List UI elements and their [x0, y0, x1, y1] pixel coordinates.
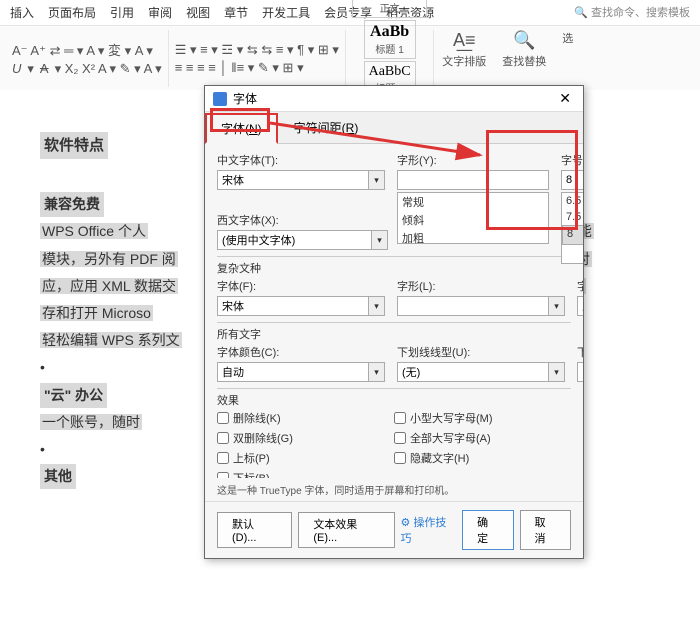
cancel-button[interactable]: 取消	[520, 510, 571, 550]
tab-font[interactable]: 字体(N)	[205, 113, 278, 144]
para-icons-2[interactable]: ≡ ≡ ≡ ≡ │ ‖≡ ▾ ✎ ▾ ⊞ ▾	[175, 60, 339, 76]
underline-select[interactable]	[397, 362, 549, 382]
size-label: 字号(S):	[561, 152, 583, 168]
tab-layout[interactable]: 页面布局	[48, 4, 96, 21]
cn-font-label: 中文字体(T):	[217, 152, 385, 168]
app-icon	[213, 92, 227, 106]
chevron-down-icon[interactable]: ▾	[372, 230, 388, 250]
chk-hidden[interactable]: 隐藏文字(H)	[394, 450, 571, 466]
tab-chapter[interactable]: 章节	[224, 4, 248, 21]
size-input[interactable]	[561, 170, 583, 190]
toolbar: A⁻ A⁺ ⇄ ═ ▾ A ▾ 変 ▾ A ▾ U ▾ A ▾ X₂ X² A …	[0, 26, 700, 92]
para-icons-1[interactable]: ☰ ▾ ≡ ▾ ☲ ▾ ⇆ ⇆ ≡ ▾ ¶ ▾ ⊞ ▾	[175, 42, 339, 58]
doc-subhead-3: 其他	[40, 464, 76, 489]
size-list[interactable]: 6.5 7.5 8 ▴▾	[561, 192, 583, 264]
chk-super[interactable]: 上标(P)	[217, 450, 394, 466]
west-font-select[interactable]	[217, 230, 372, 250]
font-icons[interactable]: A⁻ A⁺ ⇄ ═ ▾ A ▾ 変 ▾ A ▾	[12, 40, 162, 59]
style-gallery[interactable]: AaBbCcDd正文 AaBb标题 1 AaBbC标题 2 AaBbCcI标题 …	[346, 30, 434, 87]
doc-subhead-2: "云" 办公	[40, 383, 107, 408]
style-label: 字形(Y):	[397, 152, 549, 168]
all-text-label: 所有文字	[217, 322, 571, 342]
west-font-label: 西文字体(X):	[217, 212, 388, 228]
doc-heading-1: 软件特点	[40, 132, 108, 159]
findrep-button[interactable]: 🔍查找替换	[494, 30, 554, 87]
tab-insert[interactable]: 插入	[10, 4, 34, 21]
effects-label: 效果	[217, 388, 571, 408]
style-input[interactable]	[397, 170, 549, 190]
tab-devtools[interactable]: 开发工具	[262, 4, 310, 21]
chk-dstrike[interactable]: 双删除线(G)	[217, 430, 394, 446]
select-button[interactable]: 选	[554, 30, 581, 87]
chk-strike[interactable]: 删除线(K)	[217, 410, 394, 426]
tab-view[interactable]: 视图	[186, 4, 210, 21]
complex-style-select[interactable]	[397, 296, 549, 316]
default-button[interactable]: 默认(D)...	[217, 512, 292, 548]
font-color-select[interactable]	[217, 362, 369, 382]
ribbon-tabs: 插入 页面布局 引用 审阅 视图 章节 开发工具 会员专享 稻壳资源 查找命令、…	[0, 0, 700, 26]
tab-spacing[interactable]: 字符间距(R)	[278, 112, 375, 143]
footer-note: 这是一种 TrueType 字体，同时适用于屏幕和打印机。	[205, 478, 583, 501]
chevron-down-icon[interactable]: ▾	[369, 170, 385, 190]
tab-ref[interactable]: 引用	[110, 4, 134, 21]
doc-subhead-1: 兼容免费	[40, 192, 104, 217]
underline-color-select[interactable]	[577, 362, 583, 382]
chk-allcaps[interactable]: 全部大写字母(A)	[394, 430, 571, 446]
close-icon[interactable]: ✕	[555, 90, 575, 107]
chk-smallcaps[interactable]: 小型大写字母(M)	[394, 410, 571, 426]
tab-review[interactable]: 审阅	[148, 4, 172, 21]
tips-link[interactable]: 操作技巧	[401, 514, 457, 546]
format-icons[interactable]: U ▾ A ▾ X₂ X² A ▾ ✎ ▾ A ▾	[12, 61, 162, 77]
ok-button[interactable]: 确定	[462, 510, 513, 550]
complex-font-select[interactable]	[217, 296, 369, 316]
search-hint[interactable]: 查找命令、搜索模板	[574, 4, 690, 21]
typeset-button[interactable]: A͟≡文字排版	[434, 30, 494, 87]
font-dialog: 字体 ✕ 字体(N) 字符间距(R) 中文字体(T): ▾ 字形(Y): 常规 …	[204, 85, 584, 559]
dialog-title: 字体	[233, 90, 555, 107]
cn-font-select[interactable]	[217, 170, 369, 190]
texteffect-button[interactable]: 文本效果(E)...	[298, 512, 394, 548]
chk-sub[interactable]: 下标(B)	[217, 470, 394, 478]
complex-size-select[interactable]	[577, 296, 583, 316]
